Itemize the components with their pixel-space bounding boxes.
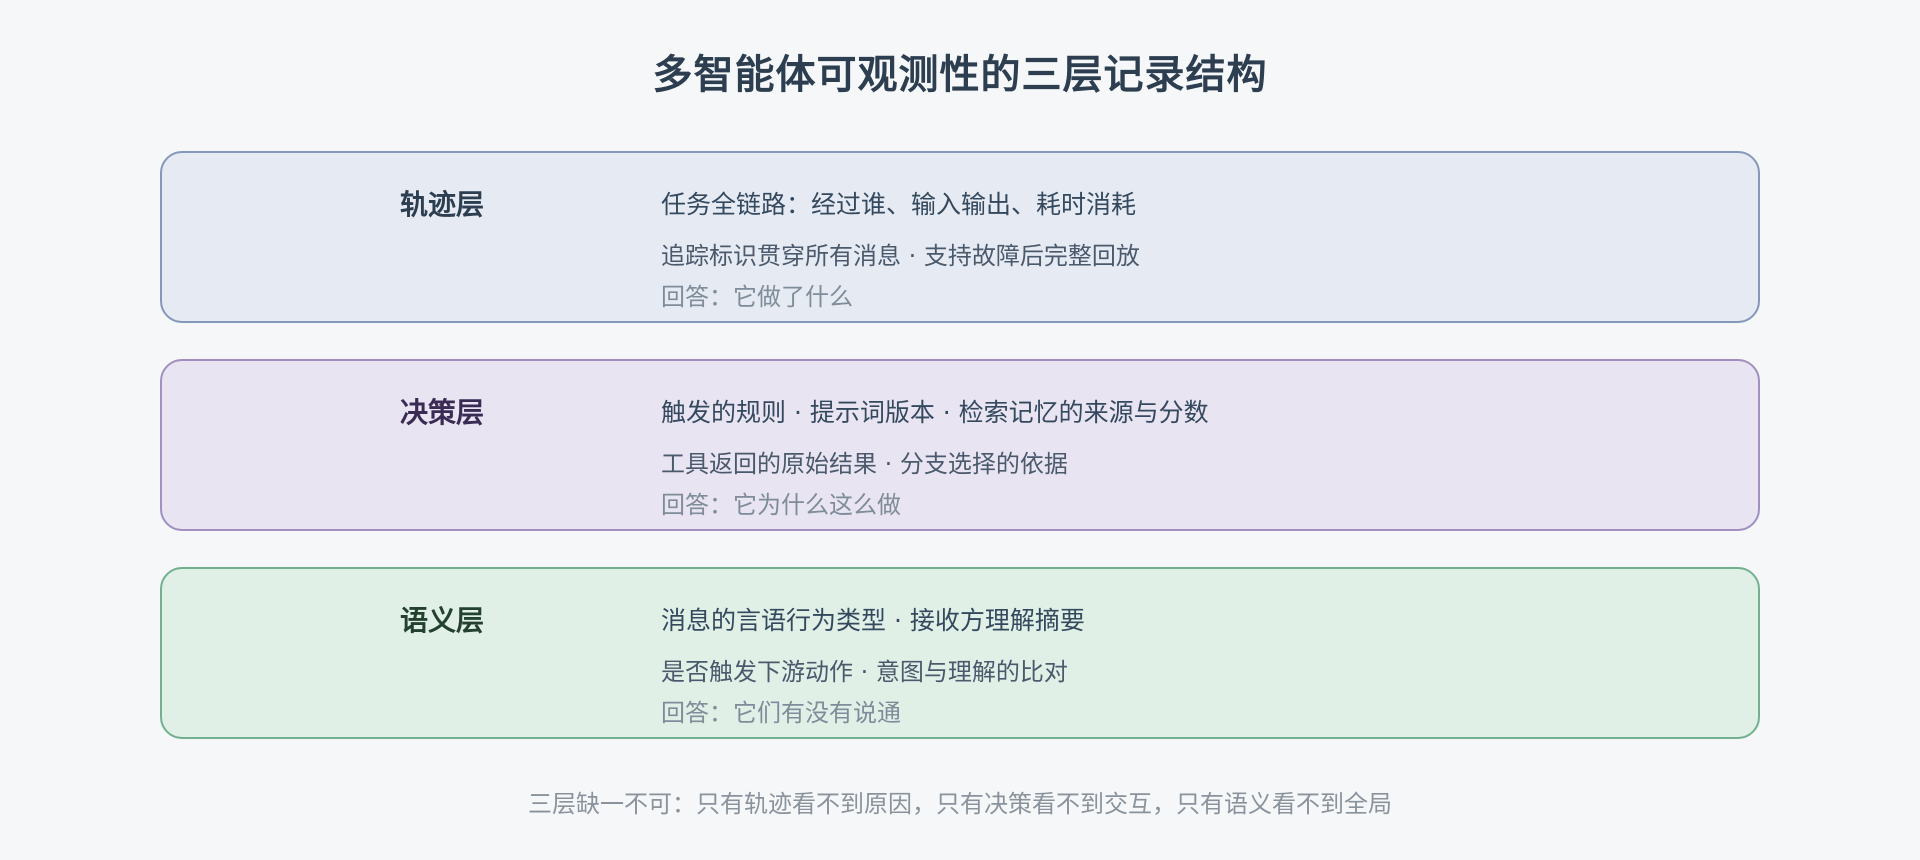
layer-sub-text: 追踪标识贯穿所有消息 · 支持故障后完整回放 bbox=[661, 242, 1140, 270]
layer-main-text: 任务全链路：经过谁、输入输出、耗时消耗 bbox=[661, 190, 1137, 219]
diagram-canvas: 多智能体可观测性的三层记录结构 轨迹层 任务全链路：经过谁、输入输出、耗时消耗 … bbox=[0, 0, 1920, 860]
layer-answer-text: 回答：它为什么这么做 bbox=[661, 491, 901, 519]
layer-main-text: 触发的规则 · 提示词版本 · 检索记忆的来源与分数 bbox=[661, 398, 1209, 427]
layer-name: 语义层 bbox=[400, 604, 485, 637]
layer-box-semantic: 语义层 消息的言语行为类型 · 接收方理解摘要 是否触发下游动作 · 意图与理解… bbox=[160, 567, 1760, 739]
layer-sub-text: 是否触发下游动作 · 意图与理解的比对 bbox=[661, 658, 1068, 686]
layer-box-decision: 决策层 触发的规则 · 提示词版本 · 检索记忆的来源与分数 工具返回的原始结果… bbox=[160, 359, 1760, 531]
layer-name: 轨迹层 bbox=[400, 188, 485, 221]
layer-main-text: 消息的言语行为类型 · 接收方理解摘要 bbox=[661, 606, 1085, 635]
footer-note: 三层缺一不可：只有轨迹看不到原因，只有决策看不到交互，只有语义看不到全局 bbox=[528, 790, 1392, 818]
layer-sub-text: 工具返回的原始结果 · 分支选择的依据 bbox=[661, 450, 1068, 478]
layer-answer-text: 回答：它们有没有说通 bbox=[661, 699, 901, 727]
diagram-title: 多智能体可观测性的三层记录结构 bbox=[652, 52, 1268, 98]
layer-name: 决策层 bbox=[400, 396, 485, 429]
layer-answer-text: 回答：它做了什么 bbox=[661, 283, 853, 311]
layer-box-trajectory: 轨迹层 任务全链路：经过谁、输入输出、耗时消耗 追踪标识贯穿所有消息 · 支持故… bbox=[160, 151, 1760, 323]
